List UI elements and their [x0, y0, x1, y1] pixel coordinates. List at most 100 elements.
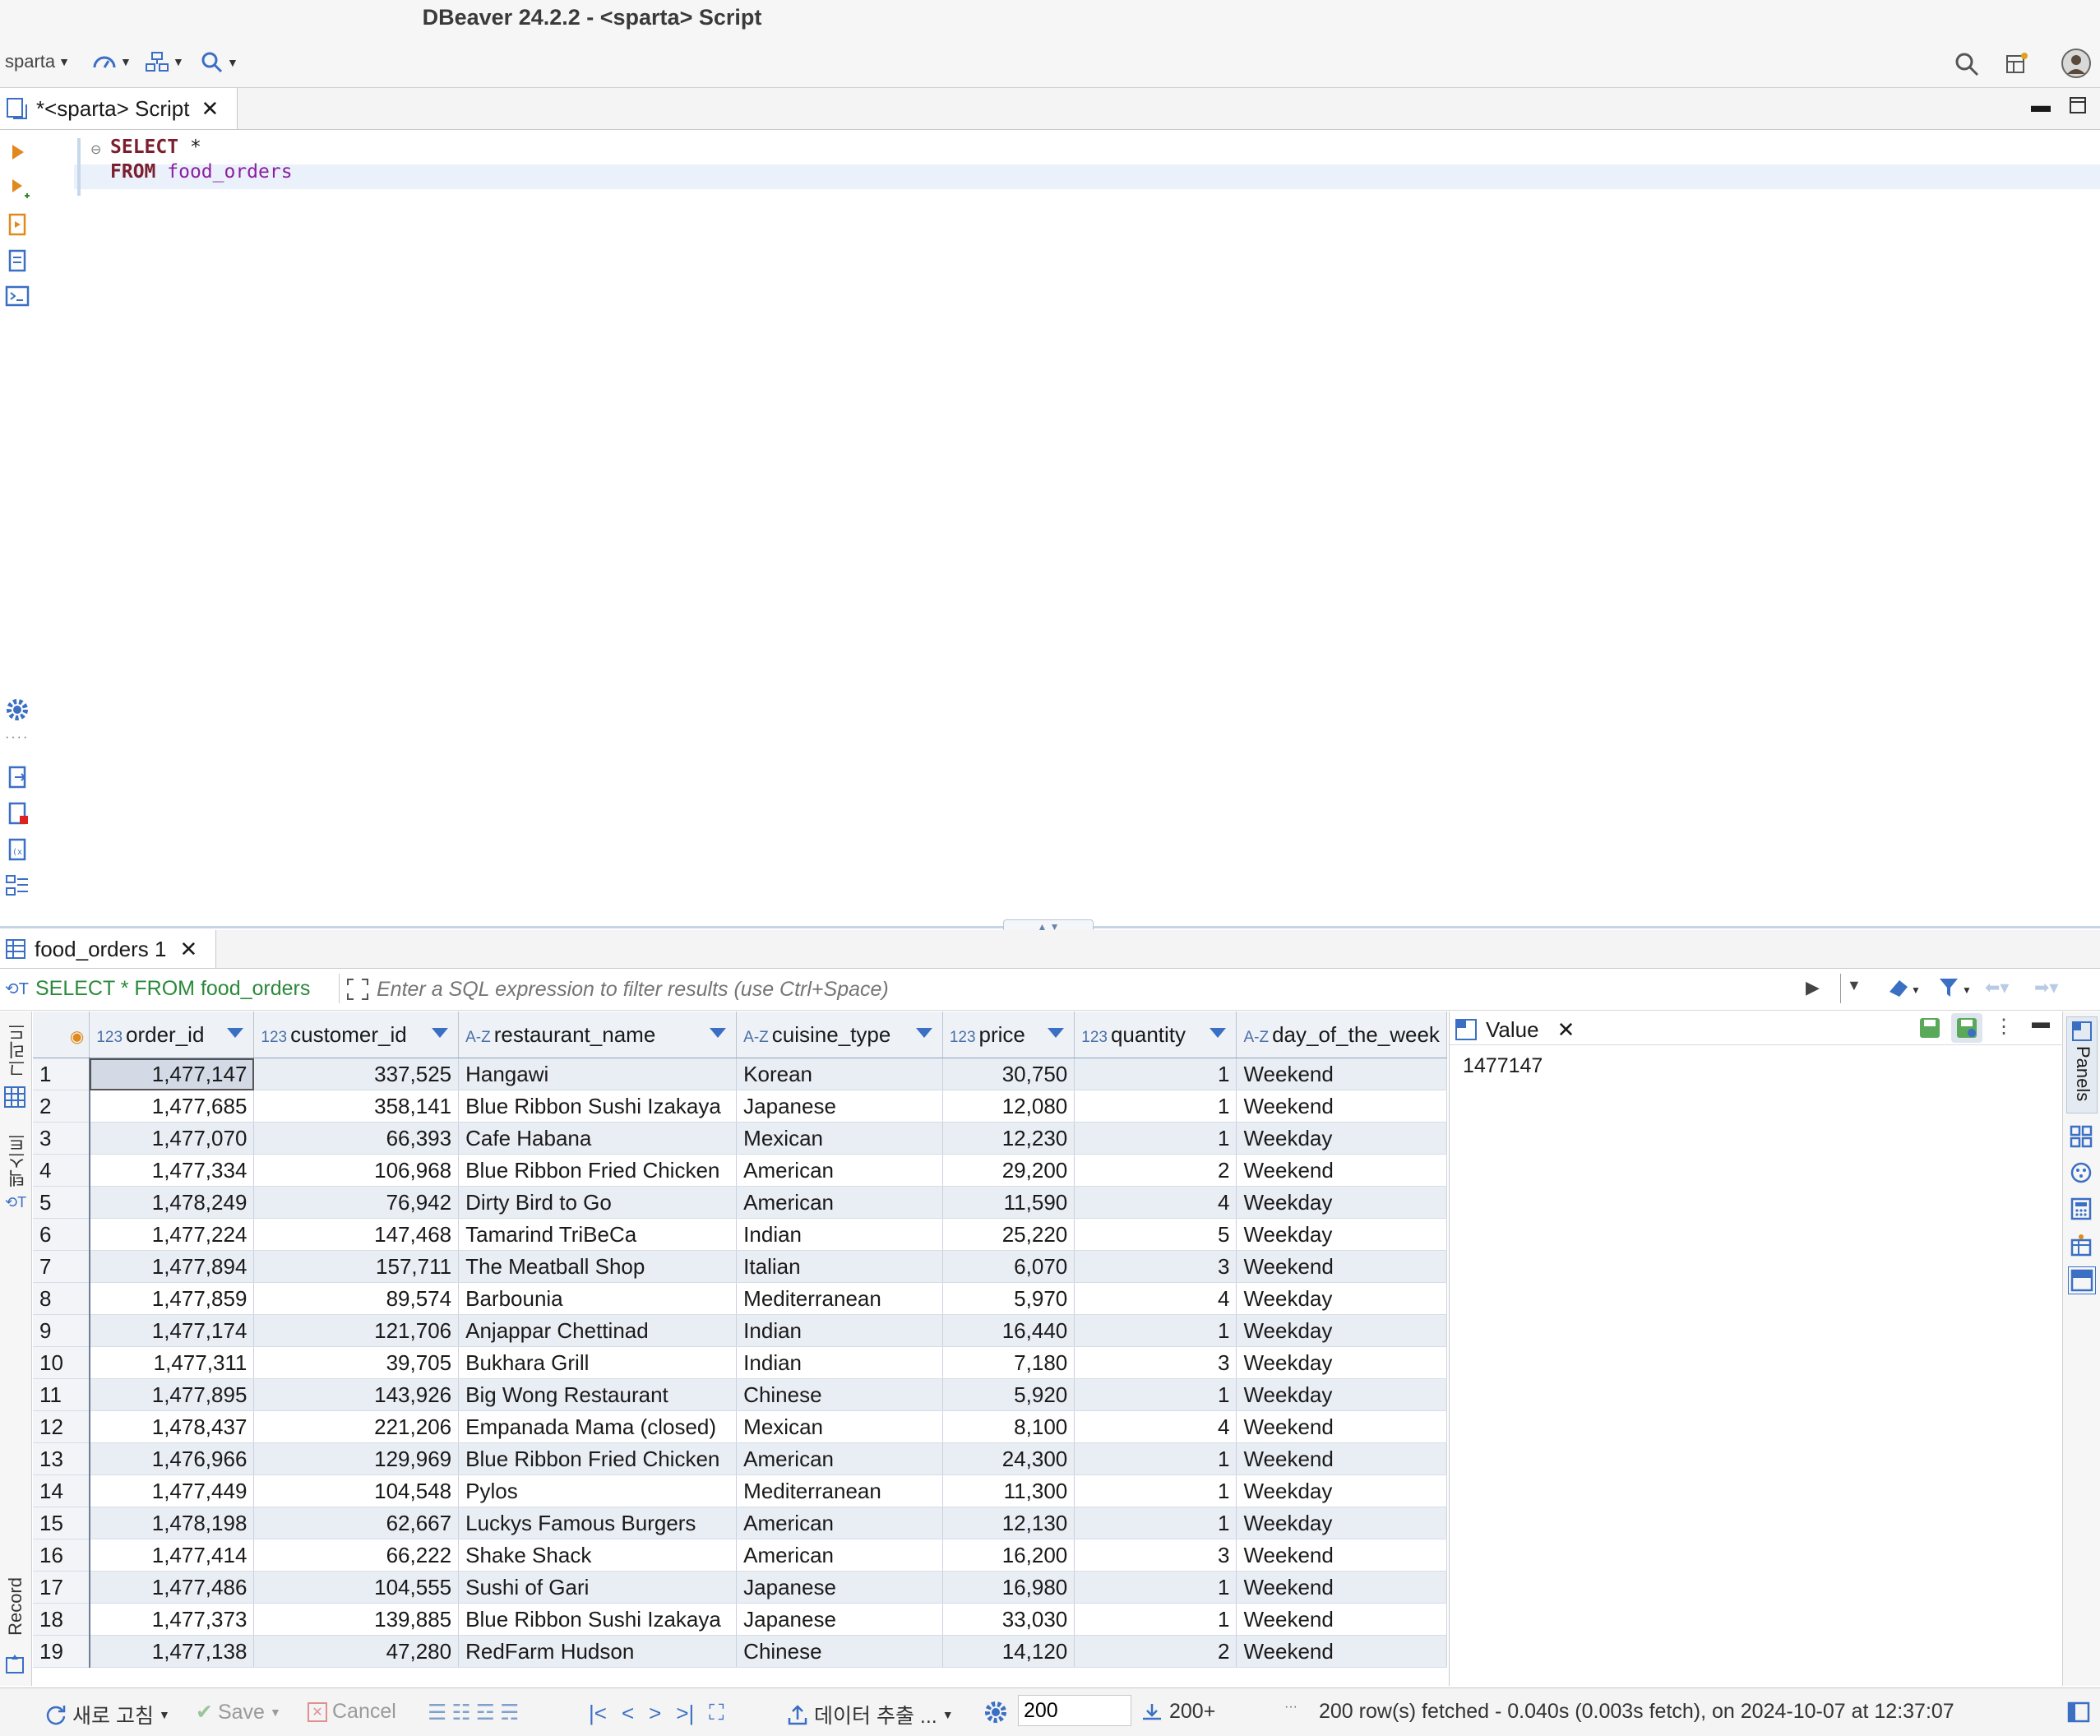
cell-day-of-the-week[interactable]: Weekday [1236, 1507, 1447, 1539]
save-value-button[interactable] [1918, 1016, 1941, 1044]
cell-order-id[interactable]: 1,477,147 [89, 1058, 255, 1090]
editor-settings-button[interactable] [5, 697, 30, 726]
cell-order-id[interactable]: 1,478,198 [89, 1507, 255, 1539]
cell-price[interactable]: 12,080 [942, 1090, 1075, 1123]
cell-cuisine-type[interactable]: Mexican [736, 1122, 943, 1155]
cell-restaurant-name[interactable]: Tamarind TriBeCa [458, 1218, 738, 1251]
column-header-cuisine-type[interactable]: A-Z cuisine_type [736, 1012, 943, 1058]
table-row[interactable]: 15 1,478,198 62,667 Luckys Famous Burgers Am… [33, 1507, 1447, 1539]
row-number[interactable]: 17 [33, 1571, 90, 1604]
record-mode-tab[interactable]: Record [5, 1577, 26, 1636]
cell-day-of-the-week[interactable]: Weekend [1236, 1635, 1447, 1668]
cell-price[interactable]: 12,130 [942, 1507, 1075, 1539]
maximize-button[interactable] [2069, 96, 2087, 118]
cell-quantity[interactable]: 1 [1074, 1090, 1237, 1123]
cell-customer-id[interactable]: 106,968 [253, 1154, 460, 1187]
cell-cuisine-type[interactable]: American [736, 1154, 943, 1187]
cell-customer-id[interactable]: 66,222 [253, 1539, 460, 1572]
cell-order-id[interactable]: 1,477,895 [89, 1378, 255, 1411]
cell-quantity[interactable]: 1 [1074, 1122, 1237, 1155]
minimize-button[interactable]: ▬ [2031, 95, 2051, 118]
table-row[interactable]: 3 1,477,070 66,393 Cafe Habana Mexican 12,230… [33, 1122, 1447, 1155]
edit-row-icon[interactable]: ☰ [428, 1700, 446, 1725]
query-text-button[interactable]: ⟲T SELECT * FROM food_orders [5, 977, 310, 1001]
cell-value[interactable]: 1477147 [1463, 1054, 1543, 1078]
cell-day-of-the-week[interactable]: Weekday [1236, 1218, 1447, 1251]
cell-customer-id[interactable]: 62,667 [253, 1507, 460, 1539]
cell-day-of-the-week[interactable]: Weekday [1236, 1314, 1447, 1347]
table-row[interactable]: 10 1,477,311 39,705 Bukhara Grill Indian 7,18… [33, 1346, 1447, 1379]
cell-quantity[interactable]: 3 [1074, 1250, 1237, 1283]
row-number[interactable]: 9 [33, 1314, 90, 1347]
sort-icon[interactable] [1048, 1028, 1065, 1038]
cell-restaurant-name[interactable]: Big Wong Restaurant [458, 1378, 738, 1411]
cancel-button[interactable]: ✕ Cancel [308, 1700, 396, 1724]
cell-restaurant-name[interactable]: Shake Shack [458, 1539, 738, 1572]
history-forward-button[interactable]: ➡▾ [2034, 977, 2058, 998]
sort-icon[interactable] [432, 1028, 449, 1038]
refresh-button[interactable]: 새로 고침 ▼ [44, 1700, 170, 1729]
cell-day-of-the-week[interactable]: Weekend [1236, 1442, 1447, 1475]
column-header-day-of-the-week[interactable]: A-Z day_of_the_week [1236, 1012, 1447, 1058]
fit-columns-icon[interactable]: ⛶ [709, 1700, 724, 1726]
variables-button[interactable]: (x) [7, 837, 30, 866]
cell-day-of-the-week[interactable]: Weekday [1236, 1282, 1447, 1315]
row-number[interactable]: 15 [33, 1507, 90, 1539]
tab-sparta-script[interactable]: *<sparta> Script ✕ [0, 88, 238, 129]
cell-price[interactable]: 14,120 [942, 1635, 1075, 1668]
cell-price[interactable]: 6,070 [942, 1250, 1075, 1283]
cell-price[interactable]: 11,590 [942, 1186, 1075, 1219]
row-number[interactable]: 6 [33, 1218, 90, 1251]
cell-day-of-the-week[interactable]: Weekend [1236, 1250, 1447, 1283]
row-number[interactable]: 5 [33, 1186, 90, 1219]
cell-restaurant-name[interactable]: Anjappar Chettinad [458, 1314, 738, 1347]
export-script-button[interactable] [7, 765, 30, 794]
row-number[interactable]: 14 [33, 1474, 90, 1507]
cell-price[interactable]: 29,200 [942, 1154, 1075, 1187]
cell-restaurant-name[interactable]: The Meatball Shop [458, 1250, 738, 1283]
transaction-mode-button[interactable]: ▼ [92, 51, 132, 72]
cell-customer-id[interactable]: 221,206 [253, 1410, 460, 1443]
cell-order-id[interactable]: 1,477,859 [89, 1282, 255, 1315]
cell-customer-id[interactable]: 139,885 [253, 1603, 460, 1636]
cell-cuisine-type[interactable]: Italian [736, 1250, 943, 1283]
sql-editor[interactable]: ⊖ SELECT * FROM food_orders [0, 130, 2100, 926]
cell-cuisine-type[interactable]: Indian [736, 1346, 943, 1379]
cell-customer-id[interactable]: 89,574 [253, 1282, 460, 1315]
text-view-tab[interactable]: 텍스트 [5, 1133, 31, 1187]
row-number[interactable]: 13 [33, 1442, 90, 1475]
cell-order-id[interactable]: 1,477,224 [89, 1218, 255, 1251]
table-row[interactable]: 7 1,477,894 157,711 The Meatball Shop Italia… [33, 1250, 1447, 1283]
column-header-price[interactable]: 123 price [942, 1012, 1075, 1058]
more-icon[interactable]: ···· [5, 730, 29, 745]
table-row[interactable]: 9 1,477,174 121,706 Anjappar Chettinad India… [33, 1314, 1447, 1347]
close-icon[interactable]: ✕ [201, 96, 219, 122]
cell-order-id[interactable]: 1,477,174 [89, 1314, 255, 1347]
cell-price[interactable]: 25,220 [942, 1218, 1075, 1251]
cell-day-of-the-week[interactable]: Weekday [1236, 1378, 1447, 1411]
row-number[interactable]: 10 [33, 1346, 90, 1379]
cell-day-of-the-week[interactable]: Weekend [1236, 1090, 1447, 1123]
cell-quantity[interactable]: 1 [1074, 1603, 1237, 1636]
cell-restaurant-name[interactable]: Cafe Habana [458, 1122, 738, 1155]
sort-icon[interactable] [915, 1028, 932, 1038]
apply-filter-button[interactable]: ▶ [1806, 977, 1820, 998]
sort-icon[interactable] [710, 1028, 727, 1038]
add-row-icon[interactable]: ☷ [451, 1700, 470, 1725]
panel-menu-button[interactable]: ⋮ [1994, 1015, 2014, 1039]
cell-quantity[interactable]: 1 [1074, 1474, 1237, 1507]
cell-quantity[interactable]: 1 [1074, 1571, 1237, 1604]
cell-day-of-the-week[interactable]: Weekday [1236, 1122, 1447, 1155]
cell-restaurant-name[interactable]: Blue Ribbon Fried Chicken [458, 1154, 738, 1187]
fetch-settings-button[interactable] [983, 1700, 1008, 1724]
cell-price[interactable]: 16,980 [942, 1571, 1075, 1604]
cell-restaurant-name[interactable]: Pylos [458, 1474, 738, 1507]
table-row[interactable]: 6 1,477,224 147,468 Tamarind TriBeCa Indian 2… [33, 1218, 1447, 1251]
cell-restaurant-name[interactable]: Sushi of Gari [458, 1571, 738, 1604]
outline-button[interactable] [5, 873, 30, 902]
cell-order-id[interactable]: 1,477,486 [89, 1571, 255, 1604]
cell-order-id[interactable]: 1,477,311 [89, 1346, 255, 1379]
cell-order-id[interactable]: 1,477,414 [89, 1539, 255, 1572]
table-row[interactable]: 19 1,477,138 47,280 RedFarm Hudson Chinese 14… [33, 1635, 1447, 1668]
cell-cuisine-type[interactable]: Japanese [736, 1090, 943, 1123]
